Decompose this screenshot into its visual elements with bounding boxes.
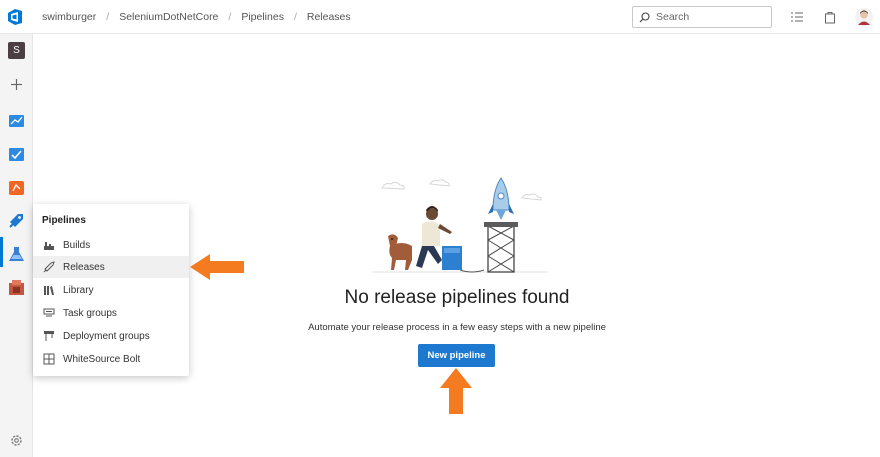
repos-icon[interactable] xyxy=(8,179,25,196)
breadcrumb-separator: / xyxy=(228,11,232,23)
menu-item-releases[interactable]: Releases xyxy=(33,256,189,278)
empty-state-subtitle: Automate your release process in a few e… xyxy=(308,322,606,333)
search-icon xyxy=(639,11,650,22)
releases-icon xyxy=(43,261,55,273)
breadcrumb-releases[interactable]: Releases xyxy=(307,11,351,23)
add-icon[interactable] xyxy=(8,76,25,93)
new-pipeline-button[interactable]: New pipeline xyxy=(418,344,495,367)
menu-item-builds[interactable]: Builds xyxy=(33,234,189,256)
project-avatar[interactable]: S xyxy=(8,42,25,59)
menu-item-label: Task groups xyxy=(63,307,117,319)
azure-devops-logo-icon[interactable] xyxy=(6,8,24,26)
gear-icon[interactable] xyxy=(8,432,25,449)
test-plans-icon[interactable] xyxy=(8,246,25,263)
breadcrumb-pipelines[interactable]: Pipelines xyxy=(241,11,284,23)
whitesource-icon[interactable] xyxy=(8,279,25,296)
breadcrumb-org[interactable]: swimburger xyxy=(42,11,96,23)
flyout-title: Pipelines xyxy=(42,215,86,226)
search-box[interactable]: Search xyxy=(632,6,772,28)
annotation-arrow-left-icon xyxy=(190,254,244,280)
menu-item-label: Library xyxy=(63,284,94,296)
menu-item-label: Builds xyxy=(63,239,91,251)
menu-item-deployment-groups[interactable]: Deployment groups xyxy=(33,325,189,347)
annotation-arrow-up-icon xyxy=(440,368,472,414)
empty-state-illustration xyxy=(372,177,548,273)
active-indicator xyxy=(0,237,3,267)
task-groups-icon xyxy=(43,308,55,317)
menu-item-whitesource-bolt[interactable]: WhiteSource Bolt xyxy=(33,348,189,370)
menu-item-library[interactable]: Library xyxy=(33,279,189,301)
pipelines-flyout-menu: Pipelines Builds Releases Library Task g… xyxy=(33,204,189,376)
list-settings-icon[interactable] xyxy=(790,10,804,24)
search-placeholder: Search xyxy=(656,11,690,23)
overview-icon[interactable] xyxy=(8,112,25,129)
breadcrumb: swimburger / SeleniumDotNetCore / Pipeli… xyxy=(42,0,351,34)
menu-item-task-groups[interactable]: Task groups xyxy=(33,302,189,324)
whitesource-bolt-icon xyxy=(43,353,55,365)
top-bar: swimburger / SeleniumDotNetCore / Pipeli… xyxy=(0,0,880,34)
empty-state-title: No release pipelines found xyxy=(344,287,570,308)
menu-item-label: Deployment groups xyxy=(63,330,150,342)
boards-icon[interactable] xyxy=(8,146,25,163)
breadcrumb-separator: / xyxy=(106,11,110,23)
menu-item-label: Releases xyxy=(63,261,105,273)
left-rail: S xyxy=(0,34,33,457)
menu-item-label: WhiteSource Bolt xyxy=(63,353,141,365)
builds-icon xyxy=(44,242,54,250)
library-icon xyxy=(44,286,54,295)
shopping-bag-icon[interactable] xyxy=(823,10,837,24)
deployment-groups-icon xyxy=(44,331,54,341)
avatar[interactable] xyxy=(855,8,873,26)
breadcrumb-separator: / xyxy=(293,11,297,23)
breadcrumb-project[interactable]: SeleniumDotNetCore xyxy=(119,11,218,23)
pipelines-icon[interactable] xyxy=(8,212,25,229)
